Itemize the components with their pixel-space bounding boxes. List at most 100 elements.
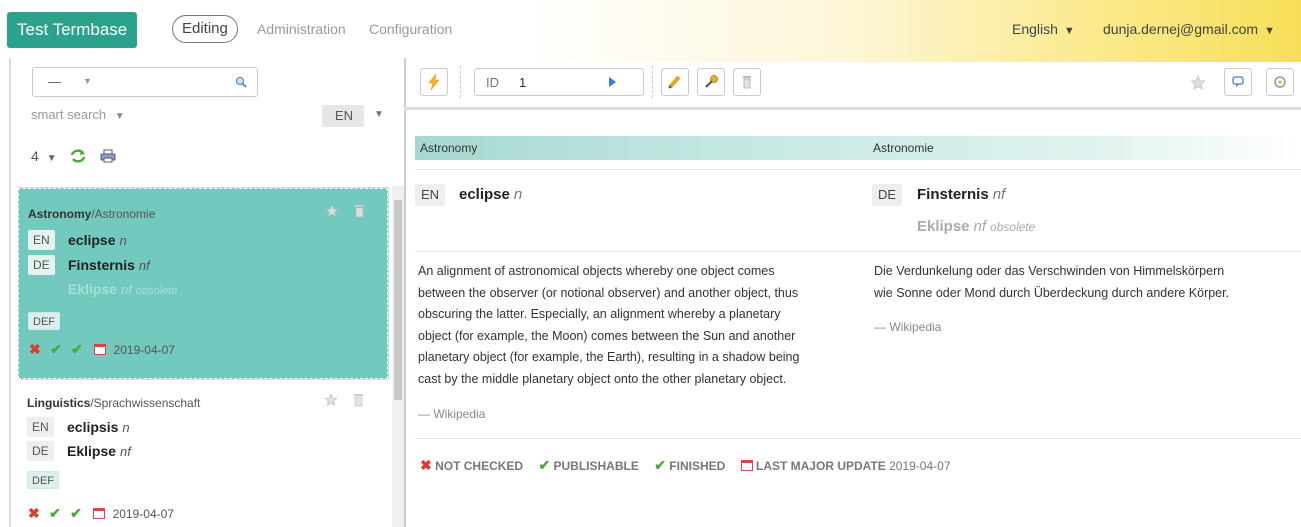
publishable-icon: ✔ xyxy=(50,341,62,357)
definition-tag[interactable]: DEF xyxy=(27,471,59,489)
smart-search-label: smart search xyxy=(31,107,107,122)
nav-editing[interactable]: Editing xyxy=(172,15,238,43)
language-tag-en: EN xyxy=(415,184,446,206)
id-value[interactable]: 1 xyxy=(519,75,526,90)
search-icon[interactable] xyxy=(235,76,247,88)
trash-icon xyxy=(743,76,751,89)
user-email: dunja.dernej@gmail.com xyxy=(1103,21,1259,37)
entry-status: ✖ ✔ ✔ 2019-04-07 xyxy=(28,505,174,522)
language-selector[interactable]: English ▼ xyxy=(1012,21,1075,37)
language-tag-en: EN xyxy=(28,230,55,250)
results-count[interactable]: 4 xyxy=(31,148,39,164)
list-scrollbar[interactable] xyxy=(392,186,404,527)
history-button[interactable] xyxy=(1266,68,1294,96)
domain-en: Astronomy xyxy=(420,141,478,155)
status-finished[interactable]: ✔ FINISHED xyxy=(654,457,725,473)
star-icon[interactable] xyxy=(1190,75,1206,91)
entry-id-field[interactable]: ID 1 xyxy=(474,68,644,96)
language-label: English xyxy=(1012,21,1058,37)
list-item[interactable]: Linguistics/Sprachwissenschaft EN eclips… xyxy=(18,384,388,527)
domain-de: Astronomie xyxy=(873,141,934,155)
language-tag-de: DE xyxy=(27,441,54,461)
go-arrow-icon[interactable] xyxy=(609,77,616,87)
star-icon[interactable] xyxy=(325,204,339,218)
trash-icon[interactable] xyxy=(354,204,365,218)
caret-down-icon: ▼ xyxy=(114,111,125,122)
scrollbar-thumb[interactable] xyxy=(394,200,402,400)
pencil-icon xyxy=(668,75,681,89)
term-de-obsolete[interactable]: Eklipse nf obsolete xyxy=(917,218,1035,235)
delete-button[interactable] xyxy=(733,68,761,96)
entry-detail-panel: ID 1 Astronomy Astronomie EN eclipse n D… xyxy=(404,58,1301,527)
not-checked-icon: ✖ xyxy=(420,457,432,473)
entry-status: ✖ ✔ ✔ 2019-04-07 xyxy=(29,341,175,358)
definition-en: An alignment of astronomical objects whe… xyxy=(418,264,800,386)
nav-configuration[interactable]: Configuration xyxy=(369,21,452,37)
publishable-icon: ✔ xyxy=(538,457,551,473)
clock-icon xyxy=(1274,76,1286,88)
nav-administration[interactable]: Administration xyxy=(257,21,346,37)
status-publishable[interactable]: ✔ PUBLISHABLE xyxy=(538,457,638,473)
search-language-button[interactable]: EN xyxy=(322,105,364,127)
language-tag-de: DE xyxy=(28,255,55,275)
term-de[interactable]: Finsternis nf xyxy=(917,186,1005,203)
calendar-icon xyxy=(94,344,107,355)
key-icon xyxy=(705,75,718,88)
entry-domain: Astronomy/Astronomie xyxy=(28,207,156,221)
definition-source-en: — Wikipedia xyxy=(418,407,486,421)
entry-date: 2019-04-07 xyxy=(113,343,175,357)
results-toolbar: 4 ▼ xyxy=(31,148,116,164)
entry-status-bar: ✖ NOT CHECKED ✔ PUBLISHABLE ✔ FINISHED L… xyxy=(420,457,963,474)
key-button[interactable] xyxy=(697,68,725,96)
user-menu[interactable]: dunja.dernej@gmail.com ▼ xyxy=(1103,21,1275,37)
publishable-icon: ✔ xyxy=(49,505,61,521)
caret-down-icon[interactable]: ▼ xyxy=(47,153,57,164)
status-last-update: LAST MAJOR UPDATE 2019-04-07 xyxy=(740,459,951,473)
caret-down-icon[interactable]: ▼ xyxy=(374,109,384,120)
smart-search-toggle[interactable]: smart search ▼ xyxy=(31,107,125,122)
term-de[interactable]: Eklipse nf xyxy=(67,443,131,459)
star-icon[interactable] xyxy=(324,393,338,407)
status-not-checked[interactable]: ✖ NOT CHECKED xyxy=(420,457,523,473)
finished-icon: ✔ xyxy=(654,457,666,473)
entry-list-panel: — ▼ smart search ▼ EN ▼ 4 ▼ Astronomy/As… xyxy=(9,58,406,527)
finished-icon: ✔ xyxy=(71,341,83,357)
not-checked-icon: ✖ xyxy=(29,341,41,357)
term-en[interactable]: eclipsis n xyxy=(67,419,130,435)
divider xyxy=(415,438,1301,439)
termbase-title-button[interactable]: Test Termbase xyxy=(7,12,138,48)
term-en[interactable]: eclipse n xyxy=(459,186,522,203)
edit-button[interactable] xyxy=(661,68,689,96)
finished-icon: ✔ xyxy=(70,505,82,521)
caret-down-icon: ▼ xyxy=(1264,25,1275,37)
definition-de: Die Verdunkelung oder das Verschwinden v… xyxy=(874,264,1230,300)
top-bar: Test Termbase Editing Administration Con… xyxy=(0,0,1301,62)
search-input[interactable]: — ▼ xyxy=(32,67,258,97)
trash-icon[interactable] xyxy=(353,393,364,407)
quick-action-button[interactable] xyxy=(420,68,448,96)
toolbar-separator xyxy=(652,66,653,98)
term-de-obsolete[interactable]: Eklipse nf obsolete xyxy=(68,281,177,297)
term-de[interactable]: Finsternis nf xyxy=(68,257,150,273)
refresh-icon[interactable] xyxy=(70,149,86,163)
entry-domain: Linguistics/Sprachwissenschaft xyxy=(27,396,201,410)
print-icon[interactable] xyxy=(100,149,116,163)
not-checked-icon: ✖ xyxy=(28,505,40,521)
definition-source-de: — Wikipedia xyxy=(874,320,942,334)
calendar-icon xyxy=(93,508,106,519)
divider xyxy=(415,169,1301,170)
divider xyxy=(415,251,1301,252)
language-tag-de: DE xyxy=(872,184,903,206)
caret-down-icon: ▼ xyxy=(83,76,92,86)
lightning-icon xyxy=(428,73,440,91)
caret-down-icon: ▼ xyxy=(1063,25,1075,37)
list-item-selected[interactable]: Astronomy/Astronomie EN eclipse n DE Fins… xyxy=(18,187,389,380)
entry-list: Astronomy/Astronomie EN eclipse n DE Fins… xyxy=(18,186,392,527)
comment-button[interactable] xyxy=(1224,68,1252,96)
term-en[interactable]: eclipse n xyxy=(68,232,127,248)
definition-tag[interactable]: DEF xyxy=(28,312,60,330)
search-field-selector[interactable]: — xyxy=(48,74,61,89)
id-label: ID xyxy=(486,75,499,90)
entry-date: 2019-04-07 xyxy=(112,507,174,521)
language-tag-en: EN xyxy=(27,417,54,437)
